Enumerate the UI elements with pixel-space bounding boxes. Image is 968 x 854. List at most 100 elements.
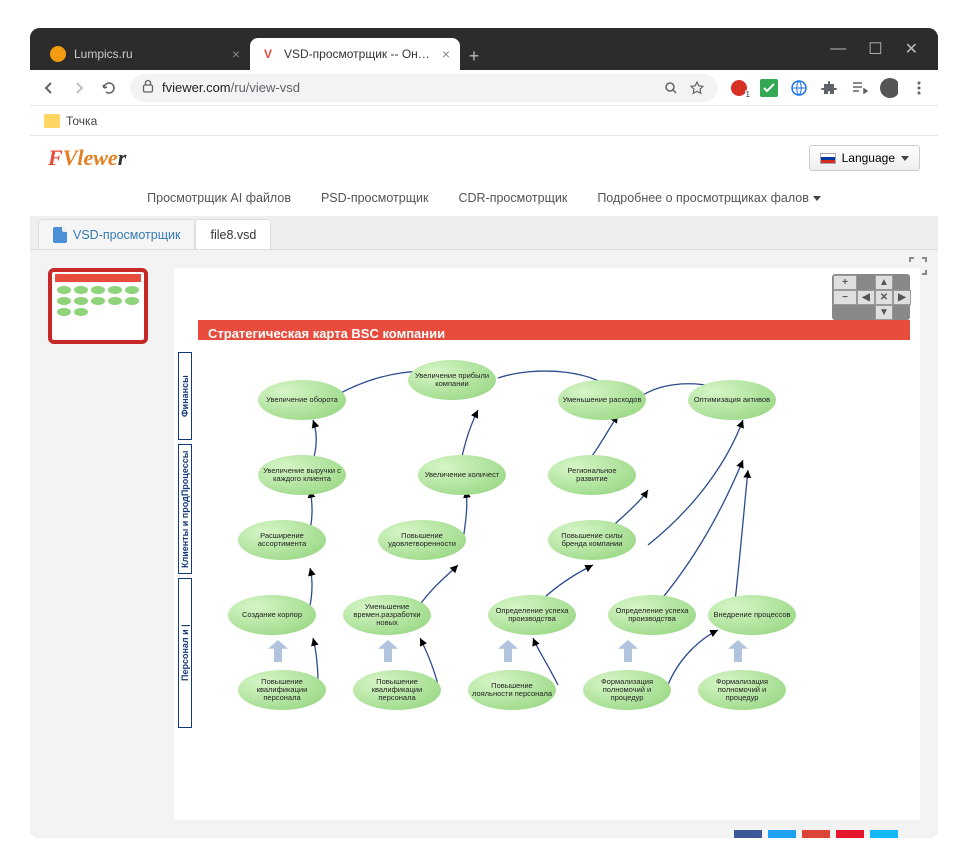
window-controls: — ☐ ✕	[810, 28, 938, 70]
flag-ru-icon	[820, 153, 836, 164]
nav-ai-viewer[interactable]: Просмотрщик AI файлов	[147, 191, 291, 205]
nav-psd-viewer[interactable]: PSD-просмотрщик	[321, 191, 428, 205]
puzzle-extensions-icon[interactable]	[820, 79, 838, 97]
chevron-down-icon	[901, 156, 909, 161]
playlist-extension-icon[interactable]	[850, 79, 868, 97]
nav-label: Просмотрщик AI файлов	[147, 191, 291, 205]
app-tab-label: VSD-просмотрщик	[73, 228, 180, 242]
browser-tab-fviewer[interactable]: V VSD-просмотрщик -- Онлайн п… ×	[250, 38, 460, 70]
language-selector[interactable]: Language	[809, 145, 920, 171]
browser-tab-lumpics[interactable]: Lumpics.ru ×	[40, 38, 250, 70]
pan-up-button[interactable]: ▲	[875, 275, 893, 290]
reset-view-button[interactable]: ✕	[875, 290, 893, 305]
close-window-icon[interactable]: ✕	[905, 39, 918, 59]
site-header: FVlewer Language	[30, 136, 938, 180]
url-path: /ru/view-vsd	[231, 80, 300, 95]
diagram-bubble: Увеличение прибыли компании	[408, 360, 496, 400]
diagram-bubble: Формализация полномочий и процедур	[583, 670, 671, 710]
globe-extension-icon[interactable]	[790, 79, 808, 97]
share-weibo[interactable]	[836, 830, 864, 838]
diagram-bubble: Определение успеха производства	[488, 595, 576, 635]
diagram-bubble: Повышение силы бренда компании	[548, 520, 636, 560]
diagram-bubble: Увеличение количест	[418, 455, 506, 495]
row-label-personnel: Персонал и |	[178, 578, 192, 728]
profile-avatar[interactable]	[880, 79, 898, 97]
share-twitter[interactable]	[768, 830, 796, 838]
back-button[interactable]	[40, 79, 58, 97]
diagram-bubble: Повышение удовлетворенности	[378, 520, 466, 560]
logo[interactable]: FVlewer	[48, 145, 126, 171]
diagram-canvas[interactable]: + ▲ − ◀ ✕ ▶ ▼ Стратегическая карта BSC к…	[174, 268, 920, 820]
address-bar-row: fviewer.com/ru/view-vsd 1	[30, 70, 938, 106]
nav-more-viewers[interactable]: Подробнее о просмотрщиках фалов	[597, 191, 821, 205]
bookmark-item[interactable]: Точка	[66, 114, 97, 128]
app-tab-file[interactable]: file8.vsd	[195, 219, 271, 249]
up-arrow-icon	[728, 640, 748, 662]
search-in-url-icon[interactable]	[662, 79, 680, 97]
check-extension-icon[interactable]	[760, 79, 778, 97]
nav-cdr-viewer[interactable]: CDR-просмотрщик	[458, 191, 567, 205]
share-google[interactable]	[802, 830, 830, 838]
menu-icon[interactable]	[910, 79, 928, 97]
close-icon[interactable]: ×	[232, 46, 240, 62]
maximize-icon[interactable]: ☐	[868, 39, 882, 59]
close-icon[interactable]: ×	[442, 46, 450, 62]
logo-r: r	[118, 145, 127, 170]
lock-icon	[142, 79, 154, 96]
nav-label: Подробнее о просмотрщиках фалов	[597, 191, 809, 205]
row-label-finance: Финансы	[178, 352, 192, 440]
diagram-row-labels: Финансы Клиенты и продПроцессы Персонал …	[178, 342, 196, 810]
diagram-bubble: Расширение ассортимента	[238, 520, 326, 560]
pan-down-button[interactable]: ▼	[875, 305, 893, 320]
url-bar[interactable]: fviewer.com/ru/view-vsd	[130, 74, 718, 102]
share-qq[interactable]	[870, 830, 898, 838]
pan-left-button[interactable]: ◀	[857, 290, 875, 305]
minimize-icon[interactable]: —	[830, 40, 846, 58]
chevron-down-icon	[813, 196, 821, 201]
adblock-icon[interactable]: 1	[730, 79, 748, 97]
diagram-bubble: Внедрение процессов	[708, 595, 796, 635]
thumbnail-panel	[48, 268, 158, 820]
diagram-bubble: Повышение квалификации персонала	[353, 670, 441, 710]
diagram-bubble: Уменьшение расходов	[558, 380, 646, 420]
bookmarks-bar: Точка	[30, 106, 938, 136]
favicon-icon	[50, 46, 66, 62]
logo-v: Vlewe	[63, 145, 118, 170]
favicon-icon: V	[260, 46, 276, 62]
viewer-area: + ▲ − ◀ ✕ ▶ ▼ Стратегическая карта BSC к…	[30, 250, 938, 838]
diagram-bubble: Региональное развитие	[548, 455, 636, 495]
row-label-clients: Клиенты и продПроцессы	[178, 444, 192, 574]
diagram-bubble: Создание корпор	[228, 595, 316, 635]
tab-title: Lumpics.ru	[74, 47, 224, 61]
zoom-in-button[interactable]: +	[833, 275, 857, 290]
pan-right-button[interactable]: ▶	[893, 290, 911, 305]
nav-label: CDR-просмотрщик	[458, 191, 567, 205]
app-tab-main[interactable]: VSD-просмотрщик	[38, 219, 195, 249]
up-arrow-icon	[618, 640, 638, 662]
zoom-pan-pad: + ▲ − ◀ ✕ ▶ ▼	[832, 274, 910, 320]
app-tab-label: file8.vsd	[210, 228, 256, 242]
diagram-bubble: Увеличение оборота	[258, 380, 346, 420]
tab-title: VSD-просмотрщик -- Онлайн п…	[284, 47, 434, 61]
app-tab-bar: VSD-просмотрщик file8.vsd	[30, 216, 938, 250]
diagram-bubble: Повышение квалификации персонала	[238, 670, 326, 710]
up-arrow-icon	[498, 640, 518, 662]
new-tab-button[interactable]: +	[460, 42, 488, 70]
page-content: FVlewer Language Просмотрщик AI файлов P…	[30, 136, 938, 838]
diagram-bubble: Оптимизация активов	[688, 380, 776, 420]
share-facebook[interactable]	[734, 830, 762, 838]
up-arrow-icon	[268, 640, 288, 662]
share-strip	[734, 830, 898, 838]
reload-button[interactable]	[100, 79, 118, 97]
up-arrow-icon	[378, 640, 398, 662]
forward-button	[70, 79, 88, 97]
browser-tab-strip: Lumpics.ru × V VSD-просмотрщик -- Онлайн…	[30, 28, 938, 70]
language-label: Language	[842, 151, 895, 165]
diagram-bubble: Уменьшение времен.разработки новых	[343, 595, 431, 635]
extension-icons: 1	[730, 79, 928, 97]
star-icon[interactable]	[688, 79, 706, 97]
zoom-out-button[interactable]: −	[833, 290, 857, 305]
page-thumbnail[interactable]	[48, 268, 148, 344]
nav-label: PSD-просмотрщик	[321, 191, 428, 205]
diagram-bubble: Увеличение выручки с каждого клиента	[258, 455, 346, 495]
